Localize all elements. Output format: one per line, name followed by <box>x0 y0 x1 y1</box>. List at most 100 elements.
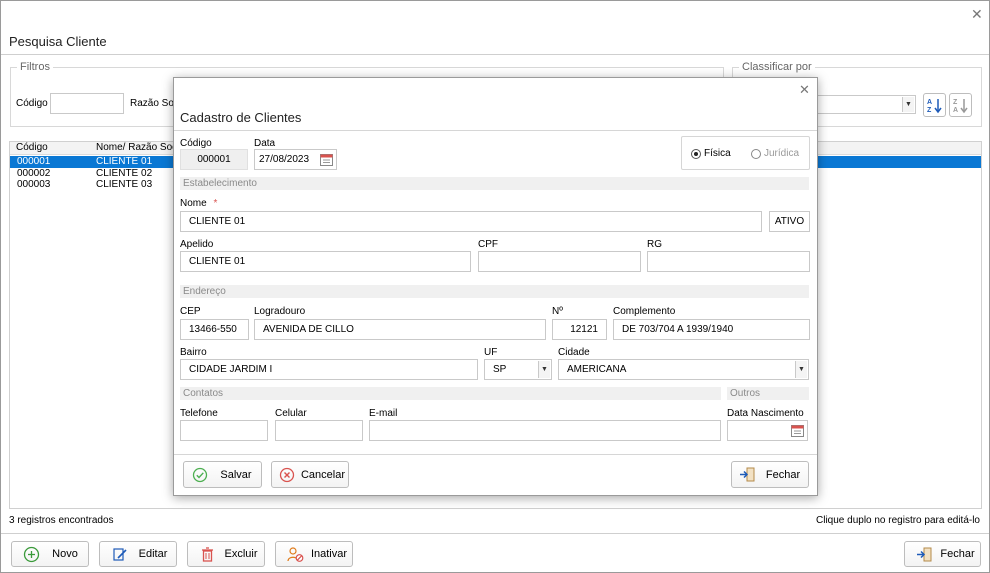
nascimento-label: Data Nascimento <box>727 408 804 419</box>
row-codigo: 000001 <box>17 156 51 167</box>
grid-col-codigo[interactable]: Código <box>16 142 48 153</box>
window-close-icon[interactable]: ✕ <box>971 7 983 21</box>
codigo-field: 000001 <box>180 149 248 170</box>
cpf-label: CPF <box>478 239 498 250</box>
data-label: Data <box>254 138 276 149</box>
sort-az-icon: A Z <box>927 98 942 114</box>
email-label: E-mail <box>369 408 398 419</box>
exit-door-icon <box>736 466 758 483</box>
cidade-value: AMERICANA <box>567 364 627 375</box>
complemento-input[interactable]: DE 703/704 A 1939/1940 <box>613 319 810 340</box>
svg-text:A: A <box>927 99 932 106</box>
numero-label: Nº <box>552 306 563 317</box>
email-input[interactable] <box>369 420 721 441</box>
status-badge: ATIVO <box>769 211 810 232</box>
radio-juridica-icon <box>751 148 761 159</box>
plus-circle-icon <box>20 546 42 563</box>
tipo-pessoa-group: Física Jurídica <box>681 136 810 170</box>
radio-fisica-icon <box>691 148 701 159</box>
bairro-input[interactable]: CIDADE JARDIM I <box>180 359 478 380</box>
exit-door-icon <box>913 546 935 563</box>
chevron-down-icon: ▼ <box>538 361 550 378</box>
rg-input[interactable] <box>647 251 810 272</box>
cadastro-clientes-dialog: ✕ Cadastro de Clientes Código 000001 Dat… <box>173 77 818 496</box>
salvar-label: Salvar <box>220 468 252 481</box>
trash-icon <box>196 546 218 563</box>
edit-icon <box>108 546 130 563</box>
cancelar-label: Cancelar <box>300 468 346 481</box>
uf-value: SP <box>493 364 507 375</box>
svg-text:A: A <box>953 107 958 114</box>
rg-label: RG <box>647 239 662 250</box>
dialog-fechar-label: Fechar <box>765 468 801 481</box>
dialog-title-divider <box>174 130 817 131</box>
inativar-button[interactable]: Inativar <box>275 541 353 567</box>
cep-input[interactable]: 13466-550 <box>180 319 249 340</box>
section-endereco: Endereço <box>180 285 809 298</box>
logradouro-label: Logradouro <box>254 306 306 317</box>
cancel-circle-icon <box>276 467 298 483</box>
bairro-label: Bairro <box>180 347 207 358</box>
telefone-label: Telefone <box>180 408 218 419</box>
fechar-label: Fechar <box>940 548 975 560</box>
dialog-fechar-button[interactable]: Fechar <box>731 461 809 488</box>
row-codigo: 000003 <box>17 179 51 190</box>
uf-label: UF <box>484 347 498 358</box>
data-field[interactable]: 27/08/2023 <box>254 149 337 170</box>
dialog-title: Cadastro de Clientes <box>180 110 302 125</box>
cpf-input[interactable] <box>478 251 641 272</box>
cidade-select[interactable]: AMERICANA ▼ <box>558 359 809 380</box>
records-count: 3 registros encontrados <box>9 515 114 526</box>
user-block-icon <box>284 546 306 563</box>
cidade-label: Cidade <box>558 347 590 358</box>
chevron-down-icon: ▼ <box>795 361 807 378</box>
check-circle-icon <box>189 467 211 483</box>
salvar-button[interactable]: Salvar <box>183 461 262 488</box>
inativar-label: Inativar <box>310 548 348 560</box>
celular-label: Celular <box>275 408 307 419</box>
section-outros: Outros <box>727 387 809 400</box>
cancelar-button[interactable]: Cancelar <box>271 461 349 488</box>
apelido-input[interactable]: CLIENTE 01 <box>180 251 471 272</box>
required-mark: * <box>213 198 218 209</box>
sort-za-icon: Z A <box>953 98 968 114</box>
radio-juridica-label: Jurídica <box>764 148 800 159</box>
radio-juridica[interactable]: Jurídica <box>751 148 799 159</box>
svg-text:Z: Z <box>927 107 932 114</box>
complemento-label: Complemento <box>613 306 676 317</box>
filters-group-label: Filtros <box>17 61 53 73</box>
sort-desc-button[interactable]: Z A <box>949 93 972 117</box>
excluir-button[interactable]: Excluir <box>187 541 265 567</box>
uf-select[interactable]: SP ▼ <box>484 359 552 380</box>
filter-codigo-input[interactable] <box>50 93 124 114</box>
celular-input[interactable] <box>275 420 363 441</box>
svg-text:Z: Z <box>953 99 958 106</box>
logradouro-input[interactable]: AVENIDA DE CILLO <box>254 319 546 340</box>
sort-select[interactable]: ▼ <box>817 95 916 114</box>
dialog-footer-divider <box>174 454 817 455</box>
sort-asc-button[interactable]: A Z <box>923 93 946 117</box>
row-nome: CLIENTE 03 <box>96 179 153 190</box>
window-title: Pesquisa Cliente <box>9 34 107 49</box>
nome-label: Nome * <box>180 198 217 209</box>
excluir-label: Excluir <box>224 548 258 560</box>
editar-button[interactable]: Editar <box>99 541 177 567</box>
calendar-icon[interactable] <box>791 424 804 440</box>
edit-hint: Clique duplo no registro para editá-lo <box>816 515 980 526</box>
radio-fisica[interactable]: Física <box>691 148 731 159</box>
calendar-icon[interactable] <box>320 153 333 169</box>
editar-label: Editar <box>138 548 168 560</box>
title-divider <box>1 54 989 55</box>
apelido-label: Apelido <box>180 239 214 250</box>
chevron-down-icon: ▼ <box>902 97 914 112</box>
fechar-button[interactable]: Fechar <box>904 541 981 567</box>
numero-input[interactable]: 12121 <box>552 319 607 340</box>
section-estabelecimento: Estabelecimento <box>180 177 809 190</box>
nome-input[interactable]: CLIENTE 01 <box>180 211 762 232</box>
novo-label: Novo <box>52 548 78 560</box>
telefone-input[interactable] <box>180 420 268 441</box>
nascimento-field[interactable] <box>727 420 808 441</box>
novo-button[interactable]: Novo <box>11 541 89 567</box>
dialog-close-icon[interactable]: ✕ <box>799 83 810 97</box>
data-value: 27/08/2023 <box>259 154 310 165</box>
